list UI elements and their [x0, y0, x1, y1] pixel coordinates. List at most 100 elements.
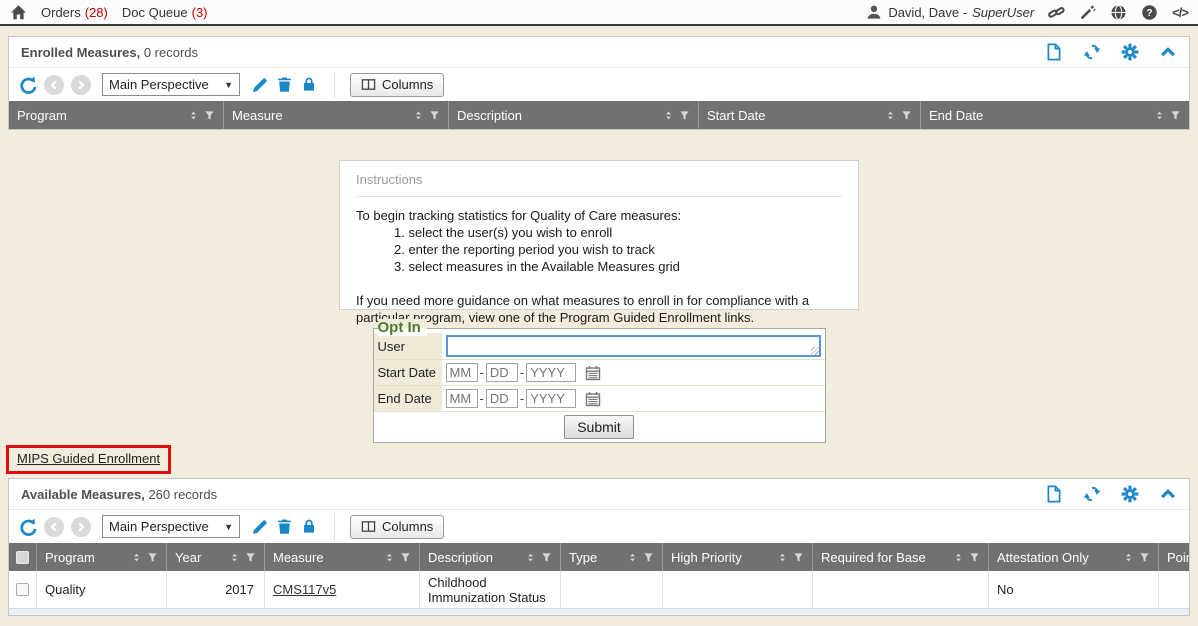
available-columns-button[interactable]: Columns: [350, 515, 444, 539]
delete-perspective-icon[interactable]: [276, 76, 294, 94]
refresh-icon[interactable]: [1083, 485, 1101, 503]
enrolled-columns-button[interactable]: Columns: [350, 73, 444, 97]
column-header-start-date[interactable]: Start Date: [699, 101, 921, 129]
lock-perspective-icon[interactable]: [301, 76, 319, 94]
start-date-month-input[interactable]: [446, 363, 478, 382]
sort-icon[interactable]: [1154, 109, 1165, 122]
nav-orders[interactable]: Orders (28): [41, 5, 108, 20]
sort-icon[interactable]: [229, 551, 240, 564]
delete-perspective-icon[interactable]: [276, 518, 294, 536]
undo-icon[interactable]: [19, 518, 37, 536]
sort-icon[interactable]: [413, 109, 424, 122]
home-icon[interactable]: [10, 4, 27, 21]
edit-perspective-icon[interactable]: [251, 518, 269, 536]
start-date-year-input[interactable]: [526, 363, 576, 382]
filter-icon[interactable]: [901, 109, 912, 122]
filter-icon[interactable]: [1139, 551, 1150, 564]
nav-doc-queue-label: Doc Queue: [122, 5, 188, 20]
column-header-measure[interactable]: Measure: [265, 543, 420, 571]
row-high-priority: [663, 571, 813, 608]
column-header-points[interactable]: Points: [1159, 543, 1189, 571]
end-date-year-input[interactable]: [526, 389, 576, 408]
sort-icon[interactable]: [627, 551, 638, 564]
column-header-program[interactable]: Program: [37, 543, 167, 571]
gear-icon[interactable]: [1121, 485, 1139, 503]
nav-doc-queue[interactable]: Doc Queue (3): [122, 5, 208, 20]
new-document-icon[interactable]: [1045, 43, 1063, 61]
column-header-high-priority[interactable]: High Priority: [663, 543, 813, 571]
end-date-day-input[interactable]: [486, 389, 518, 408]
row-attestation-only: No: [989, 571, 1159, 608]
sort-icon[interactable]: [777, 551, 788, 564]
sort-icon[interactable]: [663, 109, 674, 122]
refresh-icon[interactable]: [1083, 43, 1101, 61]
available-grid-header: Program Year Measure Description Type Hi…: [9, 543, 1189, 571]
sort-icon[interactable]: [188, 109, 199, 122]
column-header-description[interactable]: Description: [420, 543, 561, 571]
filter-icon[interactable]: [245, 551, 256, 564]
column-header-measure[interactable]: Measure: [224, 101, 449, 129]
row-checkbox[interactable]: [9, 571, 37, 608]
sort-icon[interactable]: [384, 551, 395, 564]
column-header-program[interactable]: Program: [9, 101, 224, 129]
filter-icon[interactable]: [679, 109, 690, 122]
available-perspective-select[interactable]: Main Perspective ▼: [102, 515, 240, 538]
select-all-checkbox[interactable]: [9, 543, 37, 571]
help-icon[interactable]: ?: [1141, 4, 1158, 21]
mips-guided-enrollment-link[interactable]: MIPS Guided Enrollment: [17, 451, 160, 466]
gear-icon[interactable]: [1121, 43, 1139, 61]
edit-perspective-icon[interactable]: [251, 76, 269, 94]
resize-grip-icon[interactable]: [811, 347, 819, 355]
filter-icon[interactable]: [204, 109, 215, 122]
globe-icon[interactable]: [1110, 4, 1127, 21]
filter-icon[interactable]: [1170, 109, 1181, 122]
measure-link[interactable]: CMS117v5: [273, 582, 336, 597]
column-header-end-date[interactable]: End Date: [921, 101, 1189, 129]
enrolled-perspective-select[interactable]: Main Perspective ▼: [102, 73, 240, 96]
sort-icon[interactable]: [953, 551, 964, 564]
new-document-icon[interactable]: [1045, 485, 1063, 503]
column-header-required-for-base[interactable]: Required for Base: [813, 543, 989, 571]
filter-icon[interactable]: [429, 109, 440, 122]
undo-icon[interactable]: [19, 76, 37, 94]
sort-icon[interactable]: [1123, 551, 1134, 564]
filter-icon[interactable]: [793, 551, 804, 564]
forward-icon[interactable]: [71, 75, 91, 95]
user-menu[interactable]: David, Dave - SuperUser: [866, 4, 1034, 21]
enrolled-columns-button-label: Columns: [382, 77, 433, 92]
available-panel-title: Available Measures, 260 records: [21, 487, 217, 502]
sort-icon[interactable]: [885, 109, 896, 122]
back-icon[interactable]: [44, 517, 64, 537]
filter-icon[interactable]: [541, 551, 552, 564]
start-date-day-input[interactable]: [486, 363, 518, 382]
column-header-year[interactable]: Year: [167, 543, 265, 571]
available-perspective-value: Main Perspective: [109, 519, 209, 534]
filter-icon[interactable]: [643, 551, 654, 564]
instructions-footer: If you need more guidance on what measur…: [356, 292, 842, 326]
collapse-panel-icon[interactable]: [1159, 43, 1177, 61]
filter-icon[interactable]: [400, 551, 411, 564]
back-icon[interactable]: [44, 75, 64, 95]
table-row[interactable]: Quality 2017 CMS117v5 Childhood Immuniza…: [9, 571, 1189, 608]
sort-icon[interactable]: [525, 551, 536, 564]
lock-perspective-icon[interactable]: [301, 518, 319, 536]
end-date-month-input[interactable]: [446, 389, 478, 408]
start-date-calendar-icon[interactable]: [585, 365, 601, 381]
filter-icon[interactable]: [147, 551, 158, 564]
row-program: Quality: [37, 571, 167, 608]
end-date-calendar-icon[interactable]: [585, 391, 601, 407]
submit-button[interactable]: Submit: [564, 415, 634, 439]
code-icon[interactable]: </>: [1172, 5, 1188, 20]
forward-icon[interactable]: [71, 517, 91, 537]
column-header-description[interactable]: Description: [449, 101, 699, 129]
collapse-panel-icon[interactable]: [1159, 485, 1177, 503]
opt-in-legend: Opt In: [378, 319, 427, 336]
filter-icon[interactable]: [969, 551, 980, 564]
column-header-type[interactable]: Type: [561, 543, 663, 571]
column-header-attestation-only[interactable]: Attestation Only: [989, 543, 1159, 571]
link-icon[interactable]: [1048, 4, 1065, 21]
wand-icon[interactable]: [1079, 4, 1096, 21]
user-input[interactable]: [446, 335, 821, 357]
sort-icon[interactable]: [131, 551, 142, 564]
topbar: Orders (28) Doc Queue (3) David, Dave - …: [0, 0, 1198, 26]
